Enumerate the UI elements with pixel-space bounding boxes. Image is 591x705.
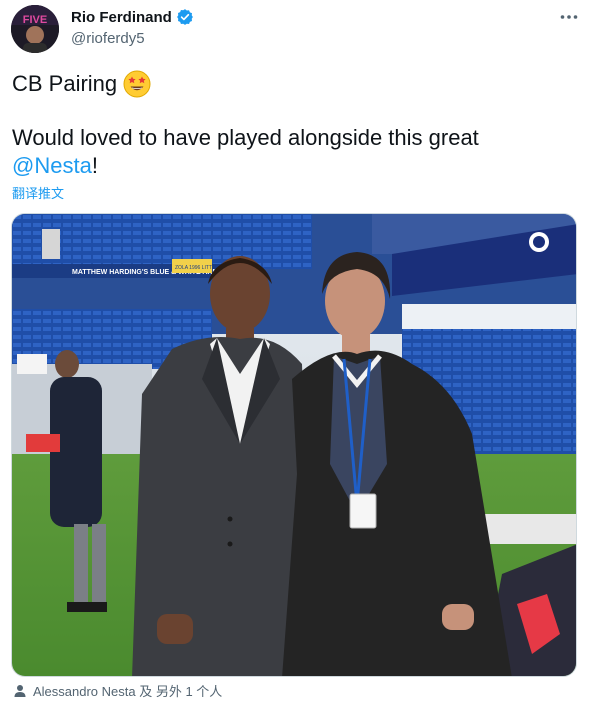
more-options-icon[interactable]: [558, 6, 580, 28]
tweet-line-1: CB Pairing: [12, 68, 572, 100]
verified-badge-icon: [176, 8, 194, 26]
handle[interactable]: @rioferdy5: [71, 30, 145, 47]
tagged-people-text: Alessandro Nesta 及 另外 1 个人: [33, 684, 223, 699]
mention-link[interactable]: @Nesta: [12, 153, 92, 178]
avatar-logo-text: FIVE: [23, 14, 47, 26]
tweet-header: FIVE Rio Ferdinand @rioferdy5: [0, 0, 591, 60]
tweet-title: CB Pairing: [12, 71, 118, 96]
tweet-text: CB Pairing Would loved to have played al…: [12, 68, 572, 180]
avatar[interactable]: FIVE: [11, 5, 59, 53]
tagged-people[interactable]: Alessandro Nesta 及 另外 1 个人: [13, 681, 222, 700]
person-icon: [13, 684, 27, 698]
tweet-line-2: Would loved to have played alongside thi…: [12, 124, 572, 180]
tweet-photo[interactable]: MATTHEW HARDING'S BLUE & WHITE ARMY ZOLA…: [11, 213, 577, 677]
tweet-body-text: Would loved to have played alongside thi…: [12, 125, 479, 150]
star-struck-emoji-icon: [123, 70, 151, 98]
display-name[interactable]: Rio Ferdinand: [71, 9, 172, 26]
name-row: Rio Ferdinand: [71, 8, 194, 26]
tweet-body-suffix: !: [91, 153, 98, 178]
translate-tweet-link[interactable]: 翻译推文: [12, 183, 64, 202]
